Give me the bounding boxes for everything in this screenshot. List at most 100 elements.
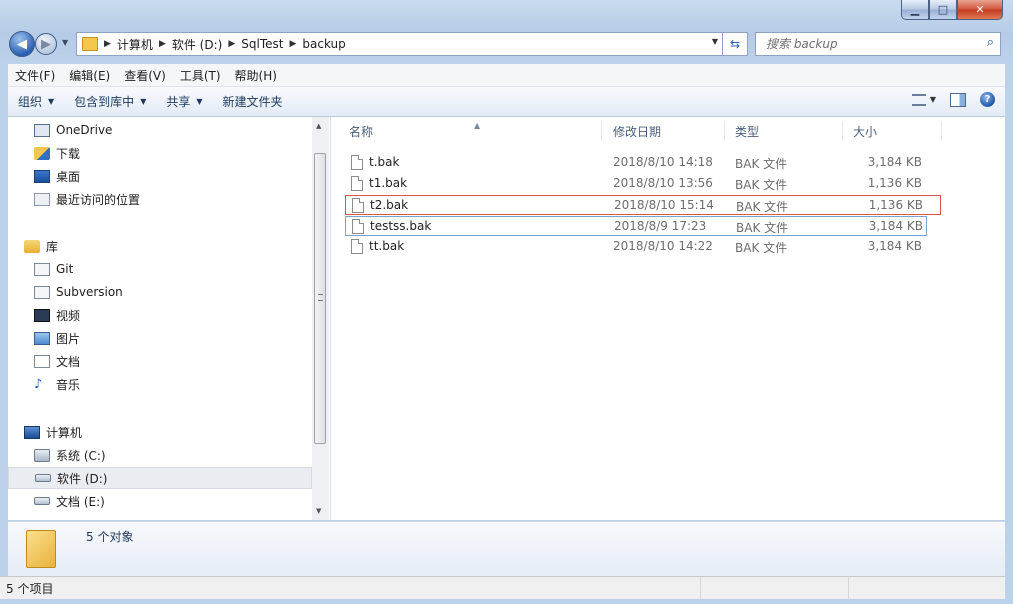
status-item-count: 5 个项目 <box>6 581 54 596</box>
status-divider <box>700 577 701 599</box>
grip-icon <box>318 294 323 301</box>
file-row-highlighted[interactable]: t2.bak 2018/8/10 15:14 BAK 文件 1,136 KB <box>345 195 941 215</box>
column-name[interactable]: 名称 ▲ <box>349 121 480 140</box>
nav-item-onedrive[interactable]: OneDrive <box>34 119 312 141</box>
pictures-icon <box>34 331 50 345</box>
system-drive-icon <box>34 448 50 462</box>
chevron-right-icon[interactable]: ▶ <box>228 39 235 49</box>
subversion-library-icon <box>34 285 50 299</box>
nav-item-drive-d[interactable]: 软件 (D:) <box>8 467 312 489</box>
breadcrumb-sqltest[interactable]: SqlTest <box>241 37 283 51</box>
nav-label: 库 <box>46 239 59 254</box>
column-date[interactable]: 修改日期 <box>613 123 661 140</box>
file-name: testss.bak <box>370 219 432 233</box>
help-icon[interactable]: ? <box>980 92 995 107</box>
breadcrumb-backup[interactable]: backup <box>302 37 345 51</box>
minimize-button[interactable]: ▁ <box>901 0 929 20</box>
close-button[interactable]: ✕ <box>957 0 1003 20</box>
file-row-focused[interactable]: testss.bak 2018/8/9 17:23 BAK 文件 3,184 K… <box>345 216 927 236</box>
forward-button[interactable]: ▶ <box>35 33 57 55</box>
nav-item-drive-e[interactable]: 文档 (E:) <box>34 490 312 512</box>
view-options-icon[interactable] <box>911 93 926 106</box>
file-date: 2018/8/10 15:14 <box>614 198 714 212</box>
file-icon <box>351 155 363 170</box>
menu-view[interactable]: 查看(V) <box>117 67 173 84</box>
scroll-down-icon[interactable]: ▼ <box>316 507 321 515</box>
menu-tools[interactable]: 工具(T) <box>173 67 228 84</box>
back-button[interactable]: ◀ <box>9 31 35 57</box>
arrow-right-icon: ▶ <box>41 36 51 52</box>
chevron-down-icon[interactable]: ▼ <box>930 95 936 104</box>
scroll-thumb[interactable] <box>314 153 326 444</box>
menu-edit[interactable]: 编辑(E) <box>62 67 117 84</box>
menu-help[interactable]: 帮助(H) <box>228 67 284 84</box>
address-dropdown-icon[interactable]: ▼ <box>712 37 718 46</box>
column-name-label: 名称 <box>349 125 374 139</box>
file-icon <box>352 198 364 213</box>
file-row[interactable]: t1.bak 2018/8/10 13:56 BAK 文件 1,136 KB <box>345 174 941 194</box>
chevron-right-icon[interactable]: ▶ <box>289 39 296 49</box>
nav-item-recent-places[interactable]: 最近访问的位置 <box>34 188 312 210</box>
nav-item-videos[interactable]: 视频 <box>34 304 312 326</box>
menu-file[interactable]: 文件(F) <box>8 67 62 84</box>
preview-pane-icon[interactable] <box>950 92 966 107</box>
chevron-right-icon[interactable]: ▶ <box>159 39 166 49</box>
nav-label: OneDrive <box>56 123 113 137</box>
library-icon <box>24 239 40 253</box>
maximize-button[interactable]: □ <box>929 0 957 20</box>
file-type: BAK 文件 <box>736 200 789 214</box>
column-size[interactable]: 大小 <box>853 123 877 140</box>
nav-label: 最近访问的位置 <box>56 192 141 207</box>
navigation-pane: OneDrive 下载 桌面 最近访问的位置 库 Git Subversion <box>8 117 331 520</box>
git-library-icon <box>34 262 50 276</box>
downloads-icon <box>34 146 50 160</box>
file-name: tt.bak <box>369 239 405 253</box>
file-icon <box>351 176 363 191</box>
search-icon[interactable]: ⌕ <box>987 35 994 50</box>
column-type[interactable]: 类型 <box>735 123 759 140</box>
nav-item-subversion[interactable]: Subversion <box>34 281 312 303</box>
nav-item-drive-c[interactable]: 系统 (C:) <box>34 444 312 466</box>
search-input[interactable] <box>764 34 968 54</box>
column-divider[interactable] <box>601 121 602 141</box>
drive-icon <box>34 497 50 505</box>
nav-label: 系统 (C:) <box>56 448 106 463</box>
nav-item-desktop[interactable]: 桌面 <box>34 165 312 187</box>
organize-button[interactable]: 组织 ▼ <box>8 93 64 110</box>
nav-item-libraries[interactable]: 库 <box>24 235 312 257</box>
address-bar[interactable]: ▶ 计算机 ▶ 软件 (D:) ▶ SqlTest ▶ backup ▼ <box>76 32 723 56</box>
include-in-library-button[interactable]: 包含到库中 ▼ <box>64 93 156 110</box>
documents-icon <box>34 354 50 368</box>
column-divider[interactable] <box>941 121 942 141</box>
chevron-right-icon[interactable]: ▶ <box>104 39 111 49</box>
nav-item-documents[interactable]: 文档 <box>34 350 312 372</box>
file-date: 2018/8/10 14:18 <box>613 155 713 169</box>
search-box[interactable]: ⌕ <box>755 32 1001 56</box>
column-divider[interactable] <box>724 121 725 141</box>
nav-item-git[interactable]: Git <box>34 258 312 280</box>
file-type: BAK 文件 <box>735 241 788 255</box>
breadcrumb-computer[interactable]: 计算机 <box>117 36 153 53</box>
nav-label: 计算机 <box>46 425 83 440</box>
scroll-up-icon[interactable]: ▲ <box>316 122 321 130</box>
file-type: BAK 文件 <box>736 221 789 235</box>
nav-scrollbar[interactable]: ▲ ▼ <box>312 117 329 520</box>
address-row: ◀ ▶ ▼ ▶ 计算机 ▶ 软件 (D:) ▶ SqlTest ▶ backup… <box>0 28 1013 60</box>
file-date: 2018/8/9 17:23 <box>614 219 707 233</box>
nav-label: Subversion <box>56 285 123 299</box>
video-icon <box>34 308 50 322</box>
refresh-button[interactable]: ⇆ <box>723 32 748 56</box>
nav-item-music[interactable]: ♪ 音乐 <box>34 373 312 395</box>
refresh-icon: ⇆ <box>729 37 741 51</box>
share-button[interactable]: 共享 ▼ <box>156 93 212 110</box>
recent-pages-dropdown[interactable]: ▼ <box>62 38 68 47</box>
nav-label: 下载 <box>56 146 81 161</box>
column-divider[interactable] <box>842 121 843 141</box>
file-row[interactable]: tt.bak 2018/8/10 14:22 BAK 文件 3,184 KB <box>345 237 941 257</box>
nav-item-pictures[interactable]: 图片 <box>34 327 312 349</box>
nav-item-computer[interactable]: 计算机 <box>24 421 312 443</box>
nav-item-downloads[interactable]: 下载 <box>34 142 312 164</box>
breadcrumb-drive-d[interactable]: 软件 (D:) <box>172 36 222 53</box>
file-row[interactable]: t.bak 2018/8/10 14:18 BAK 文件 3,184 KB <box>345 153 941 173</box>
new-folder-button[interactable]: 新建文件夹 <box>213 93 293 110</box>
